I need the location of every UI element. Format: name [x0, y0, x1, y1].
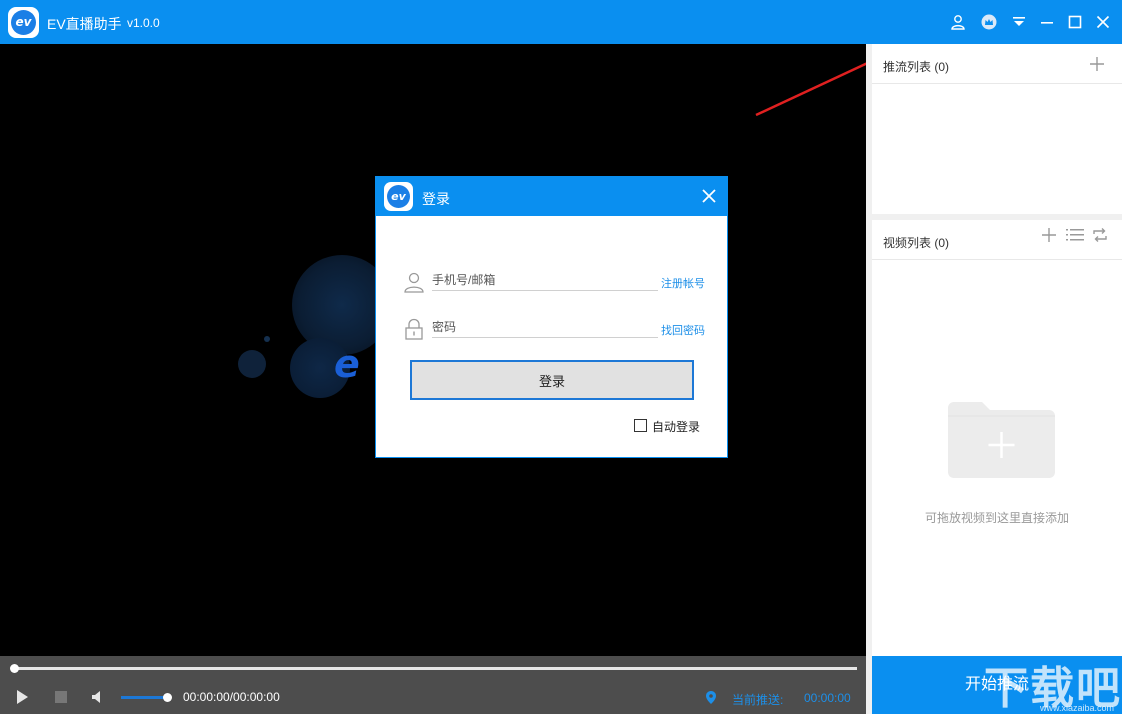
volume-slider[interactable]	[121, 696, 169, 699]
background-bubble	[264, 336, 270, 342]
dialog-logo-text: ev	[387, 185, 410, 208]
play-icon[interactable]	[13, 688, 31, 706]
app-logo-text: ev	[11, 10, 36, 35]
register-link[interactable]: 注册帐号	[661, 275, 705, 291]
location-icon	[706, 691, 716, 709]
push-list-header: 推流列表 (0)	[872, 44, 1122, 84]
annotation-arrow	[755, 62, 866, 117]
stop-icon[interactable]	[52, 688, 70, 706]
current-push-time: 00:00:00	[804, 691, 851, 705]
password-input[interactable]	[432, 316, 658, 338]
current-push-label: 当前推送:	[732, 693, 784, 707]
add-video-icon[interactable]	[1041, 227, 1057, 243]
dropdown-icon[interactable]	[1009, 12, 1029, 32]
video-list-title: 视频列表 (0)	[883, 236, 950, 250]
crown-icon[interactable]	[979, 12, 999, 32]
user-field-icon	[403, 271, 425, 293]
sidebar: 推流列表 (0) 视频列表 (0) 可拖放视频到这里直接添加 开始推流	[866, 44, 1122, 714]
ev-logo-mark: e	[334, 342, 360, 386]
maximize-icon[interactable]	[1065, 12, 1085, 32]
video-list-header: 视频列表 (0)	[872, 220, 1122, 260]
dialog-logo: ev	[384, 182, 413, 211]
background-bubble	[238, 350, 266, 378]
title-bar: ev EV直播助手 v1.0.0	[0, 0, 1122, 44]
list-view-icon[interactable]	[1066, 227, 1084, 243]
loop-icon[interactable]	[1092, 227, 1108, 243]
empty-hint: 可拖放视频到这里直接添加	[924, 511, 1069, 525]
minimize-icon[interactable]	[1037, 12, 1057, 32]
forgot-password-link[interactable]: 找回密码	[661, 322, 705, 338]
folder-add-icon[interactable]	[948, 402, 1055, 478]
playback-controls: 00:00:00/00:00:00 当前推送: 00:00:00	[0, 656, 866, 714]
dialog-close-icon[interactable]	[701, 188, 717, 204]
progress-bar[interactable]	[14, 667, 857, 670]
push-list-title: 推流列表 (0)	[883, 60, 950, 74]
watermark-url: www.xiazaiba.com	[1040, 703, 1115, 713]
playback-time: 00:00:00/00:00:00	[183, 690, 280, 704]
phone-email-input[interactable]	[432, 269, 658, 291]
app-version: v1.0.0	[127, 16, 160, 30]
volume-knob[interactable]	[163, 693, 172, 702]
auto-login-label: 自动登录	[652, 420, 701, 434]
dialog-title: 登录	[422, 191, 450, 207]
login-dialog: ev 登录 注册帐号 找回密码 登录 自动登录	[375, 176, 728, 458]
login-button[interactable]: 登录	[410, 360, 694, 400]
app-logo: ev	[8, 7, 39, 38]
volume-icon[interactable]	[89, 688, 107, 706]
auto-login-checkbox[interactable]	[634, 419, 647, 432]
user-icon[interactable]	[948, 12, 968, 32]
app-title: EV直播助手	[47, 16, 122, 32]
close-icon[interactable]	[1093, 12, 1113, 32]
dialog-header: ev 登录	[376, 177, 727, 216]
add-push-icon[interactable]	[1089, 56, 1105, 72]
lock-icon	[403, 318, 425, 340]
progress-knob[interactable]	[10, 664, 19, 673]
